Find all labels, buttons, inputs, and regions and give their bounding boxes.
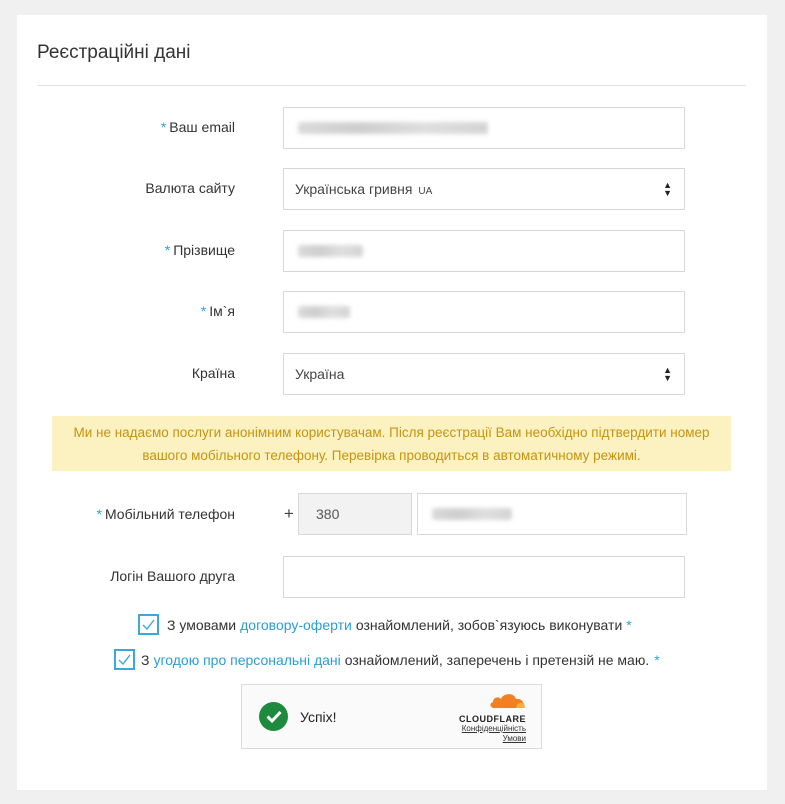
page-title: Реєстраційні дані <box>37 42 191 63</box>
phone-label-text: Мобільний телефон <box>104 506 235 522</box>
required-mark: * <box>160 119 167 135</box>
currency-code: UA <box>418 186 433 197</box>
privacy-link[interactable]: Конфіденційність <box>446 724 526 734</box>
phone-code: 380 <box>316 506 340 522</box>
phone-label: * Мобільний телефон <box>97 506 235 522</box>
name-label-text: Ім`я <box>209 303 235 319</box>
success-check-icon <box>259 702 288 731</box>
redacted-value <box>432 508 512 520</box>
surname-label: * Прізвище <box>165 242 235 258</box>
agree-data-prefix: З <box>141 651 150 668</box>
surname-field[interactable] <box>283 230 685 272</box>
agree-offer-row: З умовами договору-оферти ознайомлений, … <box>138 614 635 635</box>
redacted-value <box>298 245 363 257</box>
friend-login-label: Логін Вашого друга <box>110 568 235 584</box>
captcha-status: Успіх! <box>300 709 337 725</box>
check-icon <box>142 619 155 630</box>
select-arrows-icon: ▲ ▼ <box>663 180 672 198</box>
country-select[interactable]: Україна ▲ ▼ <box>283 353 685 395</box>
country-label: Країна <box>191 365 235 381</box>
email-label-text: Ваш email <box>169 119 235 135</box>
cloud-icon <box>490 694 525 708</box>
agree-offer-checkbox[interactable] <box>138 614 159 635</box>
captcha-widget[interactable]: Успіх! CLOUDFLARE Конфіденційність Умови <box>241 684 542 749</box>
required-mark: * <box>164 242 171 258</box>
surname-label-text: Прізвище <box>173 242 235 258</box>
agree-data-checkbox[interactable] <box>114 649 135 670</box>
offer-link[interactable]: договору-оферти <box>240 617 352 633</box>
required-mark: * <box>200 303 207 319</box>
currency-selected: Українська гривня UA <box>295 181 432 197</box>
redacted-value <box>298 122 488 134</box>
agree-data-row: З угодою про персональні дані ознайомлен… <box>114 649 663 670</box>
personal-data-link[interactable]: угодою про персональні дані <box>153 652 340 668</box>
currency-select[interactable]: Українська гривня UA ▲ ▼ <box>283 168 685 210</box>
warning-alert: Ми не надаємо послуги анонімним користув… <box>52 416 731 471</box>
select-arrows-icon: ▲ ▼ <box>663 365 672 383</box>
required-mark: * <box>626 616 632 633</box>
agree-offer-suffix: ознайомлений, зобов`язуюсь виконувати <box>355 616 623 633</box>
check-icon <box>118 654 131 665</box>
required-mark: * <box>654 651 660 668</box>
terms-link[interactable]: Умови <box>446 734 526 744</box>
phone-code-field: 380 <box>298 493 412 535</box>
currency-value: Українська гривня <box>295 181 413 197</box>
email-label: * Ваш email <box>161 119 235 135</box>
agree-data-suffix: ознайомлений, заперечень і претензій не … <box>344 651 650 668</box>
name-label: * Ім`я <box>201 303 235 319</box>
required-mark: * <box>96 506 102 522</box>
cloudflare-logo: CLOUDFLARE Конфіденційність Умови <box>446 691 526 744</box>
friend-login-field[interactable] <box>283 556 685 598</box>
country-selected: Україна <box>295 366 345 382</box>
name-field[interactable] <box>283 291 685 333</box>
phone-number-field[interactable] <box>417 493 687 535</box>
email-field[interactable] <box>283 107 685 149</box>
agree-offer-prefix: З умовами <box>167 616 237 633</box>
registration-card: Реєстраційні дані * Ваш email Валюта сайт… <box>17 15 767 790</box>
currency-label: Валюта сайту <box>145 180 235 196</box>
redacted-value <box>298 306 350 318</box>
phone-plus: + <box>284 504 294 523</box>
divider <box>37 85 746 86</box>
cloudflare-brand: CLOUDFLARE <box>459 714 526 724</box>
